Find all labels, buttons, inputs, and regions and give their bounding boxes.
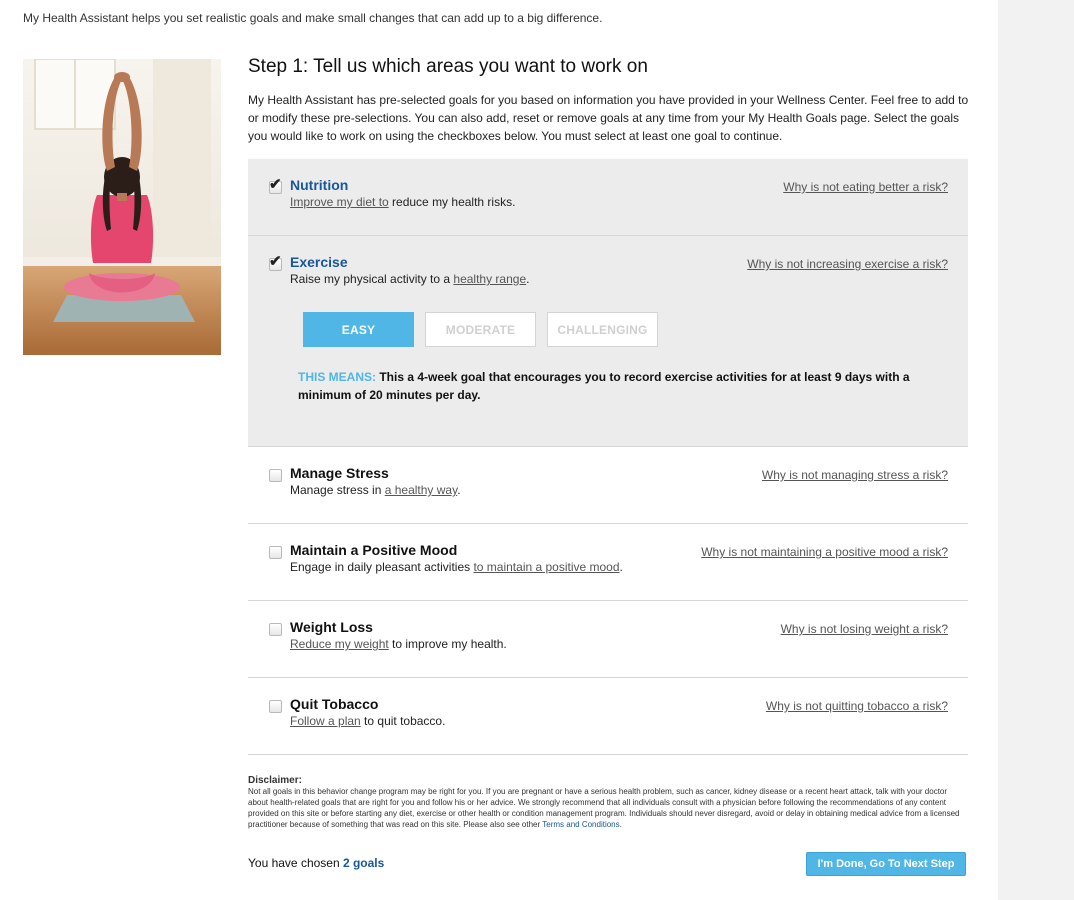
goal-header: Manage Stress Manage stress in a healthy … (248, 447, 968, 523)
disclaimer-end: . (619, 820, 622, 829)
goal-desc-text: to quit tobacco. (360, 714, 446, 728)
goal-row-quit-tobacco: Quit Tobacco Follow a plan to quit tobacc… (248, 678, 968, 755)
goal-name: Quit Tobacco (290, 696, 379, 712)
goal-desc-text: to improve my health. (388, 637, 507, 651)
goal-description: Follow a plan to quit tobacco. (290, 714, 445, 728)
goal-desc-link[interactable]: to maintain a positive mood (473, 560, 619, 574)
goal-desc-text: . (457, 483, 461, 497)
footer: You have chosen 2 goals I'm Done, Go To … (248, 852, 968, 882)
risk-link-quit-tobacco[interactable]: Why is not quitting tobacco a risk? (766, 699, 948, 713)
goal-desc-link[interactable]: Improve my diet to (290, 195, 389, 209)
goal-header: ✔ Nutrition Improve my diet to reduce my h… (248, 159, 968, 235)
goal-description: Improve my diet to reduce my health risk… (290, 195, 515, 209)
this-means-text: This a 4-week goal that encourages you t… (298, 370, 910, 402)
goal-row-manage-stress: Manage Stress Manage stress in a healthy … (248, 447, 968, 524)
check-icon: ✔ (269, 253, 282, 270)
step-description: My Health Assistant has pre-selected goa… (248, 93, 969, 143)
goal-checkbox-quit-tobacco[interactable] (269, 700, 282, 713)
goal-list: ✔ Nutrition Improve my diet to reduce my h… (248, 159, 968, 755)
risk-link-maintain-a-positive-mood[interactable]: Why is not maintaining a positive mood a… (701, 545, 948, 559)
disclaimer: Disclaimer: Not all goals in this behavi… (248, 775, 968, 830)
goal-desc-text: . (619, 560, 623, 574)
goal-explanation: THIS MEANS: This a 4-week goal that enco… (248, 368, 968, 446)
risk-link-nutrition[interactable]: Why is not eating better a risk? (783, 180, 948, 194)
this-means-label: THIS MEANS: (298, 370, 376, 384)
chosen-count: 2 goals (342, 856, 385, 870)
goal-desc-text: Raise my physical activity to a (290, 272, 454, 286)
goal-description: Reduce my weight to improve my health. (290, 637, 507, 651)
chosen-prefix: You have chosen (248, 856, 343, 870)
goal-desc-text: Engage in daily pleasant activities (290, 560, 474, 574)
step-title: Step 1: Tell us which areas you want to … (248, 56, 648, 77)
goal-header: Quit Tobacco Follow a plan to quit tobacc… (248, 678, 968, 754)
goal-desc-link[interactable]: a healthy way (385, 483, 458, 497)
goal-desc-text: reduce my health risks. (388, 195, 516, 209)
goal-checkbox-nutrition[interactable]: ✔ (269, 176, 282, 194)
disclaimer-title: Disclaimer: (248, 775, 302, 786)
difficulty-easy-button[interactable]: EASY (303, 312, 414, 347)
goal-header: Maintain a Positive Mood Engage in daily … (248, 524, 968, 600)
check-icon: ✔ (269, 176, 282, 193)
goal-name: Weight Loss (290, 619, 373, 635)
goal-row-exercise: ✔ Exercise Raise my physical activity to a… (248, 236, 968, 447)
goal-checkbox-weight-loss[interactable] (269, 623, 282, 636)
difficulty-moderate-button[interactable]: MODERATE (425, 312, 536, 347)
difficulty-selector: EASY MODERATE CHALLENGING (248, 312, 968, 368)
yoga-woman-photo (23, 59, 221, 355)
goal-desc-link[interactable]: Follow a plan (290, 714, 361, 728)
goal-checkbox-exercise[interactable]: ✔ (269, 253, 282, 271)
goal-name: Nutrition (290, 177, 349, 193)
chosen-goals-summary: You have chosen 2 goals (248, 856, 384, 870)
goal-name: Manage Stress (290, 465, 389, 481)
goal-selection-panel: Step 1: Tell us which areas you want to … (248, 55, 968, 882)
terms-link[interactable]: Terms and Conditions (542, 820, 619, 829)
next-step-button[interactable]: I'm Done, Go To Next Step (806, 852, 966, 876)
goal-row-nutrition: ✔ Nutrition Improve my diet to reduce my h… (248, 159, 968, 236)
goal-header: Weight Loss Reduce my weight to improve m… (248, 601, 968, 677)
goal-desc-link[interactable]: healthy range (453, 272, 526, 286)
goal-description: Manage stress in a healthy way. (290, 483, 461, 497)
intro-text: My Health Assistant helps you set realis… (23, 11, 603, 25)
risk-link-weight-loss[interactable]: Why is not losing weight a risk? (781, 622, 948, 636)
goal-description: Raise my physical activity to a healthy … (290, 272, 529, 286)
goal-row-maintain-a-positive-mood: Maintain a Positive Mood Engage in daily … (248, 524, 968, 601)
goal-name: Maintain a Positive Mood (290, 542, 458, 558)
risk-link-manage-stress[interactable]: Why is not managing stress a risk? (762, 468, 948, 482)
goal-row-weight-loss: Weight Loss Reduce my weight to improve m… (248, 601, 968, 678)
difficulty-challenging-button[interactable]: CHALLENGING (547, 312, 658, 347)
goal-checkbox-manage-stress[interactable] (269, 469, 282, 482)
goal-header: ✔ Exercise Raise my physical activity to a… (248, 236, 968, 312)
goal-description: Engage in daily pleasant activities to m… (290, 560, 623, 574)
goal-checkbox-maintain-a-positive-mood[interactable] (269, 546, 282, 559)
goal-desc-text: . (526, 272, 530, 286)
page: My Health Assistant helps you set realis… (0, 0, 998, 900)
goal-name: Exercise (290, 254, 348, 270)
risk-link-exercise[interactable]: Why is not increasing exercise a risk? (747, 257, 948, 271)
goal-desc-text: Manage stress in (290, 483, 385, 497)
goal-desc-link[interactable]: Reduce my weight (290, 637, 389, 651)
